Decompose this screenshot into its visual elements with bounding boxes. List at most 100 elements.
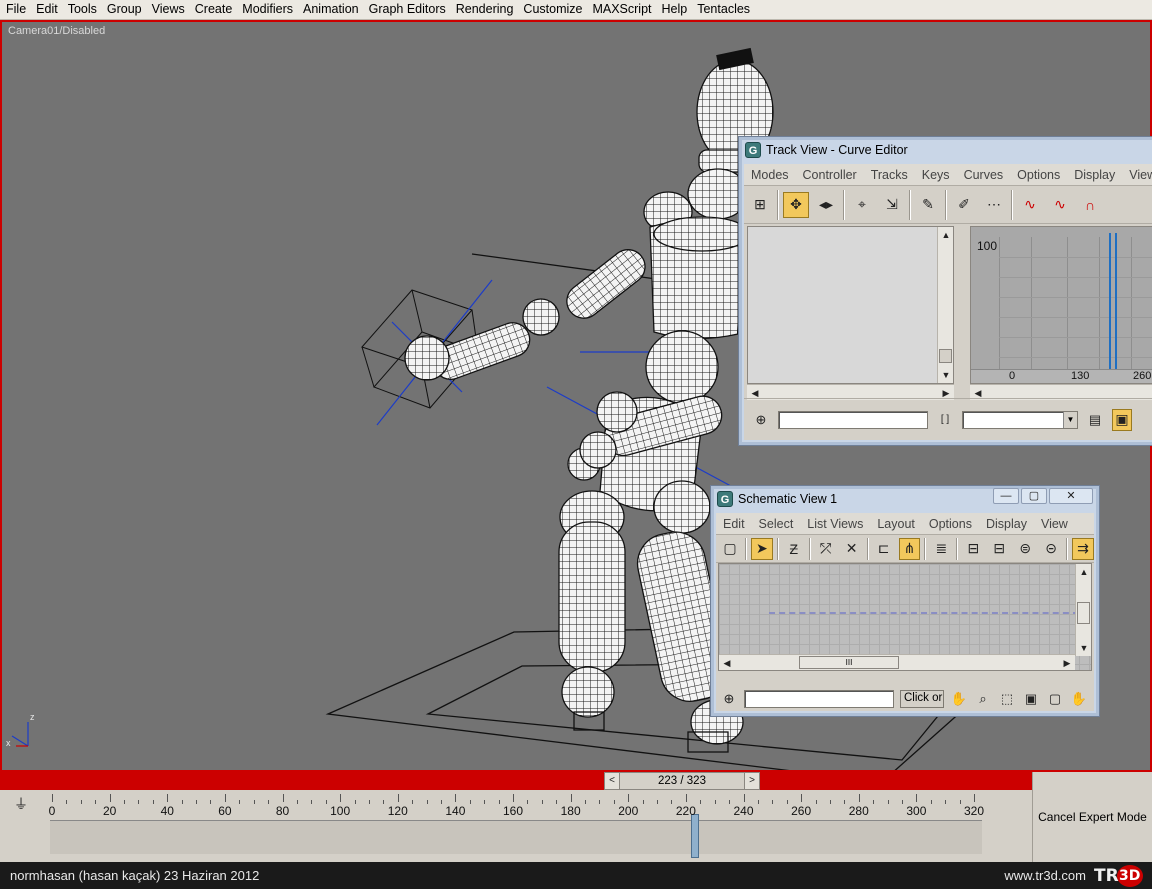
schematic-canvas[interactable]: ▲ ▼ ◀ III ▶ (718, 563, 1092, 671)
schematic-horizontal-scrollbar[interactable]: ◀ III ▶ (719, 654, 1075, 670)
tv-menu-tracks[interactable]: Tracks (864, 168, 915, 182)
display-floater-icon[interactable]: ▢ (719, 538, 741, 560)
frame-ruler[interactable]: 0 20 40 60 80 100 120 140 160 180 200 220 240 260 280 3… (49, 794, 984, 858)
controller-vertical-scrollbar[interactable]: ▲ ▼ (937, 227, 953, 383)
track-view-window[interactable]: G Track View - Curve Editor Modes Control… (738, 136, 1152, 446)
align-top-icon[interactable]: ⊝ (1040, 538, 1062, 560)
pan-hand-icon[interactable]: ✋ (950, 690, 968, 708)
minimize-icon[interactable]: — (993, 488, 1019, 504)
tv-menu-display[interactable]: Display (1067, 168, 1122, 182)
edit-field-icon[interactable]: [ ] (936, 411, 954, 429)
schematic-view-window[interactable]: G Schematic View 1 — ▢ ✕ Edit Select List … (710, 485, 1100, 717)
time-slider[interactable]: < 223 / 323 > (604, 772, 760, 790)
cancel-expert-mode-button[interactable]: Cancel Expert Mode (1035, 806, 1150, 828)
sv-menu-select[interactable]: Select (752, 517, 801, 531)
key-area[interactable] (50, 820, 982, 854)
align-center-icon[interactable]: ⊜ (1014, 538, 1036, 560)
tangent-auto-icon[interactable]: ∿ (1017, 192, 1043, 218)
menu-customize[interactable]: Customize (518, 0, 587, 20)
add-keys-icon[interactable]: ⌖ (849, 192, 875, 218)
scroll-thumb[interactable] (1077, 602, 1090, 624)
scroll-thumb[interactable]: III (799, 656, 899, 669)
zoom-selected-icon[interactable]: ⊕ (720, 690, 738, 708)
scroll-left-icon[interactable]: ◀ (719, 655, 735, 670)
sv-menu-options[interactable]: Options (922, 517, 979, 531)
pan-to-selected-icon[interactable]: ✋ (1070, 690, 1088, 708)
tv-menu-keys[interactable]: Keys (915, 168, 957, 182)
menu-tools[interactable]: Tools (63, 0, 102, 20)
zoom-extents-selected-icon[interactable]: ▢ (1046, 690, 1064, 708)
time-prev-button[interactable]: < (604, 772, 620, 790)
tv-menu-controller[interactable]: Controller (796, 168, 864, 182)
connect-icon[interactable]: Ƶ (783, 538, 805, 560)
zoom-extents-icon[interactable]: ▣ (1022, 690, 1040, 708)
zoom-selected-icon[interactable]: ⊕ (752, 411, 770, 429)
menu-rendering[interactable]: Rendering (451, 0, 519, 20)
track-view-titlebar[interactable]: G Track View - Curve Editor (739, 137, 1152, 163)
references-mode-icon[interactable]: ⋔ (898, 537, 921, 560)
current-time-marker[interactable] (1115, 233, 1117, 369)
select-icon[interactable]: ➤ (750, 537, 773, 560)
move-keys-icon[interactable]: ✥ (783, 191, 809, 218)
reduce-keys-icon[interactable]: ✐ (951, 192, 977, 218)
menu-group[interactable]: Group (102, 0, 147, 20)
schematic-vertical-scrollbar[interactable]: ▲ ▼ (1075, 564, 1091, 656)
track-name-field[interactable] (778, 410, 928, 429)
current-frame-marker[interactable] (690, 814, 699, 858)
sv-menu-edit[interactable]: Edit (716, 517, 752, 531)
time-slider-bar[interactable]: < 223 / 323 > (0, 772, 1032, 790)
menu-modifiers[interactable]: Modifiers (237, 0, 298, 20)
zoom-icon[interactable]: ⌕ (974, 690, 992, 708)
navigation-tool-icon[interactable]: ▣ (1112, 408, 1132, 431)
delete-icon[interactable]: ✕ (841, 538, 863, 560)
curve-graph[interactable]: 100 0 130 260 (970, 226, 1152, 384)
chevron-down-icon[interactable]: ▼ (1063, 411, 1077, 428)
track-bar-filter-icon[interactable]: ⏚ (10, 794, 32, 814)
track-bar[interactable]: ⏚ 0 20 40 60 80 100 120 140 160 180 200 220 240 260 28… (0, 790, 1032, 862)
key-tangents-icon[interactable]: ⋯ (981, 192, 1007, 218)
scroll-thumb[interactable] (939, 349, 952, 363)
menu-views[interactable]: Views (147, 0, 190, 20)
menu-maxscript[interactable]: MAXScript (587, 0, 656, 20)
schematic-titlebar[interactable]: G Schematic View 1 — ▢ ✕ (711, 486, 1099, 512)
close-icon[interactable]: ✕ (1049, 488, 1093, 504)
zoom-region-icon[interactable]: ⬚ (998, 690, 1016, 708)
align-right-icon[interactable]: ⊟ (988, 538, 1010, 560)
toggle-panel-icon[interactable]: ⇉ (1072, 537, 1094, 560)
current-time-marker[interactable] (1109, 233, 1111, 369)
key-stats-icon[interactable]: ▤ (1086, 411, 1104, 429)
menu-animation[interactable]: Animation (298, 0, 364, 20)
sv-menu-display[interactable]: Display (979, 517, 1034, 531)
menu-edit[interactable]: Edit (31, 0, 63, 20)
time-slider-thumb[interactable]: 223 / 323 (620, 772, 744, 790)
menu-help[interactable]: Help (657, 0, 693, 20)
hierarchy-mode-icon[interactable]: ⊏ (873, 538, 895, 560)
menu-create[interactable]: Create (190, 0, 238, 20)
tv-menu-view[interactable]: View (1122, 168, 1152, 182)
filters-icon[interactable]: ⊞ (747, 192, 773, 218)
tangent-fast-icon[interactable]: ∩ (1077, 192, 1103, 218)
tv-menu-modes[interactable]: Modes (744, 168, 796, 182)
scroll-up-icon[interactable]: ▲ (1076, 564, 1091, 580)
time-next-button[interactable]: > (744, 772, 760, 790)
sv-menu-view[interactable]: View (1034, 517, 1075, 531)
menu-tentacles[interactable]: Tentacles (692, 0, 755, 20)
maximize-icon[interactable]: ▢ (1021, 488, 1047, 504)
slide-keys-icon[interactable]: ◂▸ (813, 192, 839, 218)
arrange-children-icon[interactable]: ≣ (930, 538, 952, 560)
scroll-down-icon[interactable]: ▼ (1076, 640, 1091, 656)
scroll-down-icon[interactable]: ▼ (938, 367, 954, 383)
menu-graph-editors[interactable]: Graph Editors (364, 0, 451, 20)
sv-menu-list-views[interactable]: List Views (800, 517, 870, 531)
tangent-custom-icon[interactable]: ∿ (1047, 192, 1073, 218)
key-value-dropdown[interactable]: ▼ (962, 410, 1078, 429)
tv-menu-curves[interactable]: Curves (957, 168, 1011, 182)
menu-file[interactable]: File (0, 0, 31, 20)
align-left-icon[interactable]: ⊟ (962, 538, 984, 560)
draw-curves-icon[interactable]: ✎ (915, 192, 941, 218)
scroll-right-icon[interactable]: ▶ (1059, 655, 1075, 670)
schematic-search-field[interactable] (744, 690, 894, 708)
scroll-up-icon[interactable]: ▲ (938, 227, 954, 243)
sv-menu-layout[interactable]: Layout (870, 517, 922, 531)
unlink-icon[interactable]: ⤱ (815, 538, 837, 560)
